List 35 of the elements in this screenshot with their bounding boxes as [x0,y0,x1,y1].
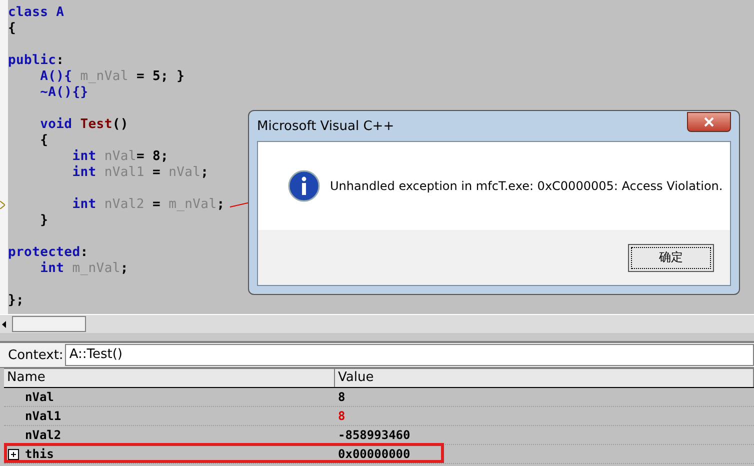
code-line: { [39,133,48,149]
code-line: class A [8,5,64,21]
variable-value: -858993460 [338,428,410,442]
column-header[interactable]: Value [335,369,754,387]
expand-icon[interactable] [8,448,19,460]
code-line: int nVal1 = nVal; [71,165,209,181]
code-line: { [8,21,16,37]
variable-value: 8 [338,409,346,423]
variable-name: nVal [25,390,54,404]
dialog-title: Microsoft Visual C++ [257,118,394,134]
code-line: void Test() [39,117,128,133]
variable-value: 0x00000000 [338,447,410,461]
ok-button[interactable]: 确定 [628,244,714,272]
scrollbar-thumb[interactable] [12,316,86,332]
info-icon [288,170,320,202]
error-message: Unhandled exception in mfcT.exe: 0xC0000005: Access Violation. [330,179,723,193]
scroll-left-icon[interactable] [2,320,6,328]
close-icon [704,117,714,127]
code-line: }; [8,293,24,309]
column-header[interactable]: Name [4,369,335,387]
close-button[interactable] [687,112,731,132]
context-label: Context: [8,348,64,362]
variable-name: this [25,447,54,461]
code-line: public: [8,53,64,69]
code-line: protected: [8,245,88,261]
code-line: int nVal= 8; [71,149,169,165]
code-line: int nVal2 = m_nVal; [71,197,225,213]
code-line: } [39,213,48,229]
code-line: int m_nVal; [39,261,128,277]
variable-name: nVal2 [25,428,62,442]
context-field[interactable]: A::Test() [65,344,754,366]
variable-value: 8 [338,390,346,404]
code-line: ~A(){} [39,85,88,101]
code-line: A(){ m_nVal = 5; } [39,69,185,85]
variable-name: nVal1 [25,409,62,423]
